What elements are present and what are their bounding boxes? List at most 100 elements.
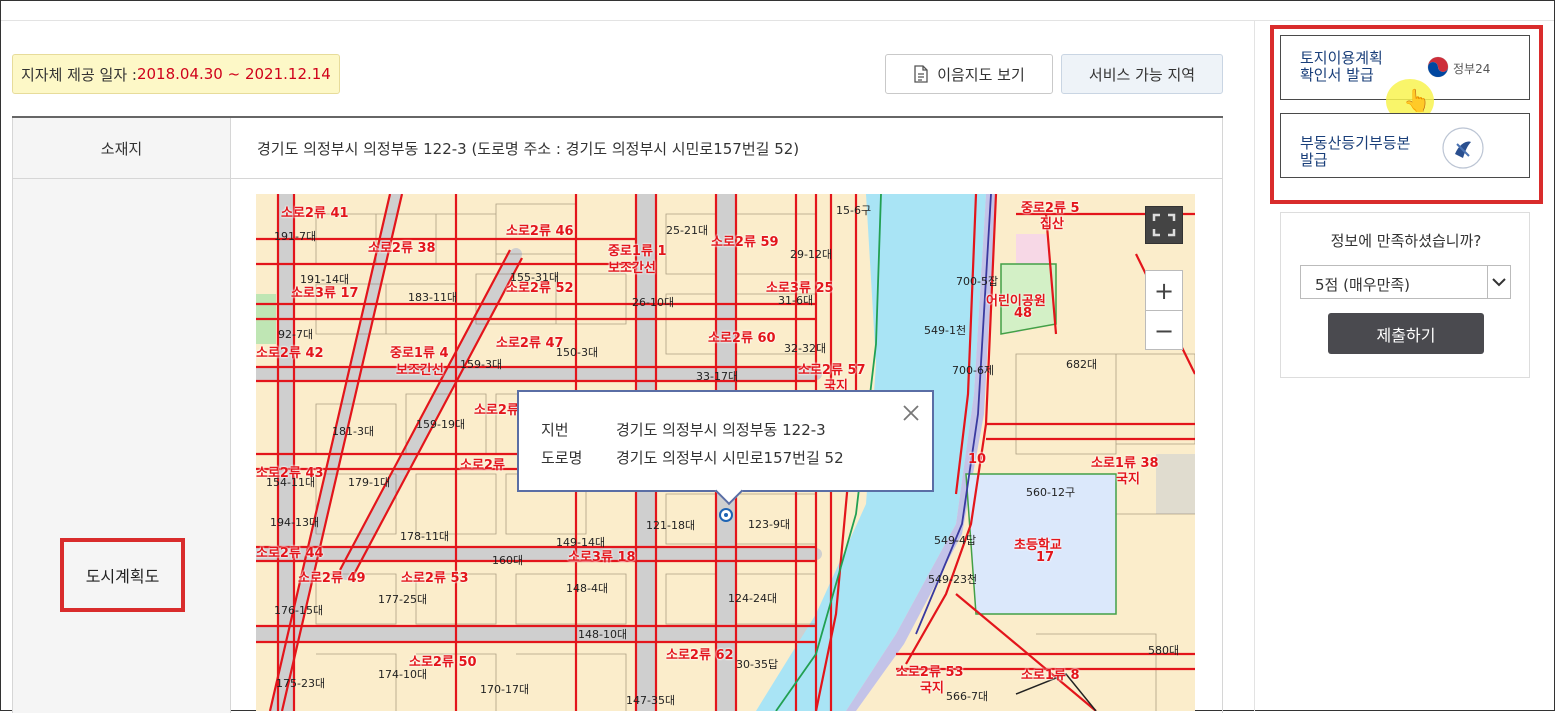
service-area-button[interactable]: 서비스 가능 지역 — [1061, 54, 1223, 94]
top-divider — [1, 20, 1554, 21]
parcel-label: 183-11대 — [408, 291, 458, 304]
registry-issue-button[interactable]: 부동산등기부등본 발급 — [1280, 113, 1530, 178]
parcel-label: 149-14대 — [556, 536, 606, 549]
parcel-label: 682대 — [1066, 358, 1098, 371]
parcel-label: 92-7대 — [278, 328, 314, 341]
parcel-label: 580대 — [1148, 644, 1180, 657]
road-label: 소로2류 49 — [298, 571, 366, 586]
location-header: 소재지 — [13, 118, 231, 178]
fullscreen-button[interactable] — [1145, 206, 1183, 244]
parcel-label: 147-35대 — [626, 694, 676, 707]
parcel-label: 154-11대 — [266, 476, 316, 489]
view-map-button[interactable]: 이음지도 보기 — [885, 54, 1053, 94]
location-address: 경기도 의정부시 의정부동 122-3 (도로명 주소 : 경기도 의정부시 시… — [257, 139, 800, 158]
parcel-label: 148-4대 — [566, 582, 609, 595]
court-emblem-icon — [1442, 127, 1484, 169]
parcel-label: 121-18대 — [646, 519, 696, 532]
road-label: 보조간선 — [396, 363, 444, 378]
fullscreen-icon — [1152, 213, 1176, 237]
road-label: 소로2류 38 — [368, 241, 436, 256]
rating-select[interactable]: 5점 (매우만족) — [1300, 265, 1511, 299]
parcel-label: 181-3대 — [332, 425, 375, 438]
parcel-label: 159-19대 — [416, 418, 466, 431]
parcel-label: 549-4답 — [934, 534, 977, 547]
parcel-label: 15-6구 — [836, 204, 872, 217]
service-area-label: 서비스 가능 지역 — [1088, 65, 1196, 84]
parcel-label: 25-21대 — [666, 224, 709, 237]
road-label: 소로2류 59 — [711, 235, 779, 250]
popup-value: 경기도 의정부시 시민로157번길 52 — [616, 449, 844, 467]
road-label: 소로2류 41 — [281, 206, 349, 221]
zone-label: 17 — [1036, 550, 1055, 565]
parcel-label: 32-32대 — [784, 342, 827, 355]
road-label: 국지 — [920, 681, 944, 696]
land-plan-line1: 토지이용계획 — [1300, 49, 1383, 67]
road-label: 소로2류 47 — [496, 336, 564, 351]
zoom-out-button[interactable]: − — [1146, 311, 1182, 350]
popup-row-road: 도로명 경기도 의정부시 시민로157번길 52 — [541, 447, 844, 468]
road-label: 소로2류 42 — [256, 346, 324, 361]
road-label: 소로2류 44 — [256, 546, 324, 561]
zoom-in-button[interactable]: + — [1146, 271, 1182, 311]
parcel-label: 30-35답 — [736, 658, 779, 671]
road-label: 소로2류 46 — [506, 224, 574, 239]
registry-line2: 발급 — [1300, 151, 1328, 169]
registry-line1: 부동산등기부등본 — [1300, 134, 1411, 152]
parcel-label: 124-24대 — [728, 592, 778, 605]
parcel-label: 150-3대 — [556, 346, 599, 359]
provide-date-badge: 지자체 제공 일자 : 2018.04.30 ~ 2021.12.14 — [12, 54, 340, 94]
close-icon[interactable] — [902, 404, 920, 422]
parcel-label: 123-9대 — [748, 518, 791, 531]
popup-value: 경기도 의정부시 의정부동 122-3 — [616, 421, 826, 439]
road-label: 국지 — [1116, 472, 1140, 487]
survey-panel: 정보에 만족하셨습니까? 5점 (매우만족) 제출하기 — [1280, 212, 1530, 378]
parcel-label: 176-15대 — [274, 604, 324, 617]
land-plan-line2: 확인서 발급 — [1300, 66, 1374, 84]
parcel-label: 179-1대 — [348, 476, 391, 489]
road-label: 10 — [968, 452, 987, 467]
popup-key: 지번 — [541, 421, 569, 439]
parcel-label: 159-3대 — [460, 358, 503, 371]
parcel-label: 700-6제 — [952, 364, 995, 377]
parcel-label: 191-7대 — [274, 230, 317, 243]
road-label: 소로1류 8 — [1021, 668, 1080, 683]
parcel-label: 549-23천 — [928, 573, 978, 586]
parcel-label: 33-17대 — [696, 370, 739, 383]
provide-date-value: 2018.04.30 ~ 2021.12.14 — [136, 65, 331, 83]
parcel-label: 178-11대 — [400, 530, 450, 543]
zone-label: 48 — [1014, 306, 1033, 321]
hand-pointer-icon: 👆 — [1403, 89, 1431, 114]
parcel-label: 170-17대 — [480, 683, 530, 696]
parcel-label: 175-23대 — [276, 677, 326, 690]
gov24-logo-icon — [1427, 56, 1449, 78]
road-label: 보조간선 — [608, 261, 656, 276]
address-popup: 지번 경기도 의정부시 의정부동 122-3 도로명 경기도 의정부시 시민로157… — [517, 390, 934, 506]
rating-selected: 5점 (매우만족) — [1315, 276, 1411, 294]
road-label: 소로2류 60 — [708, 331, 776, 346]
survey-question: 정보에 만족하셨습니까? — [1330, 232, 1482, 250]
view-map-label: 이음지도 보기 — [937, 65, 1025, 84]
parcel-label: 26-10대 — [632, 296, 675, 309]
parcel-label: 177-25대 — [378, 593, 428, 606]
parcel-label: 160대 — [492, 554, 524, 567]
popup-row-jibun: 지번 경기도 의정부시 의정부동 122-3 — [541, 419, 826, 440]
parcel-label: 29-12대 — [790, 248, 833, 261]
parcel-label: 148-10대 — [578, 628, 628, 641]
chevron-down-icon — [1487, 266, 1510, 298]
road-label: 소로2류 — [474, 403, 519, 418]
location-pin-icon[interactable] — [719, 508, 733, 522]
road-label: 소로2류 62 — [666, 648, 734, 663]
submit-button[interactable]: 제출하기 — [1328, 313, 1484, 354]
parcel-label: 191-14대 — [300, 273, 350, 286]
road-label: 집산 — [1040, 217, 1064, 232]
popup-key: 도로명 — [541, 449, 583, 467]
document-icon — [914, 65, 928, 83]
column-divider — [1254, 21, 1255, 711]
parcel-label: 155-31대 — [510, 271, 560, 284]
parcel-label: 700-5잡 — [956, 275, 999, 288]
road-label: 소로2류 53 — [401, 571, 469, 586]
road-label: 소로2류 — [460, 458, 505, 473]
parcel-label: 549-1천 — [924, 324, 967, 337]
parcel-label: 31-6대 — [778, 294, 814, 307]
parcel-label: 566-7대 — [946, 690, 989, 703]
